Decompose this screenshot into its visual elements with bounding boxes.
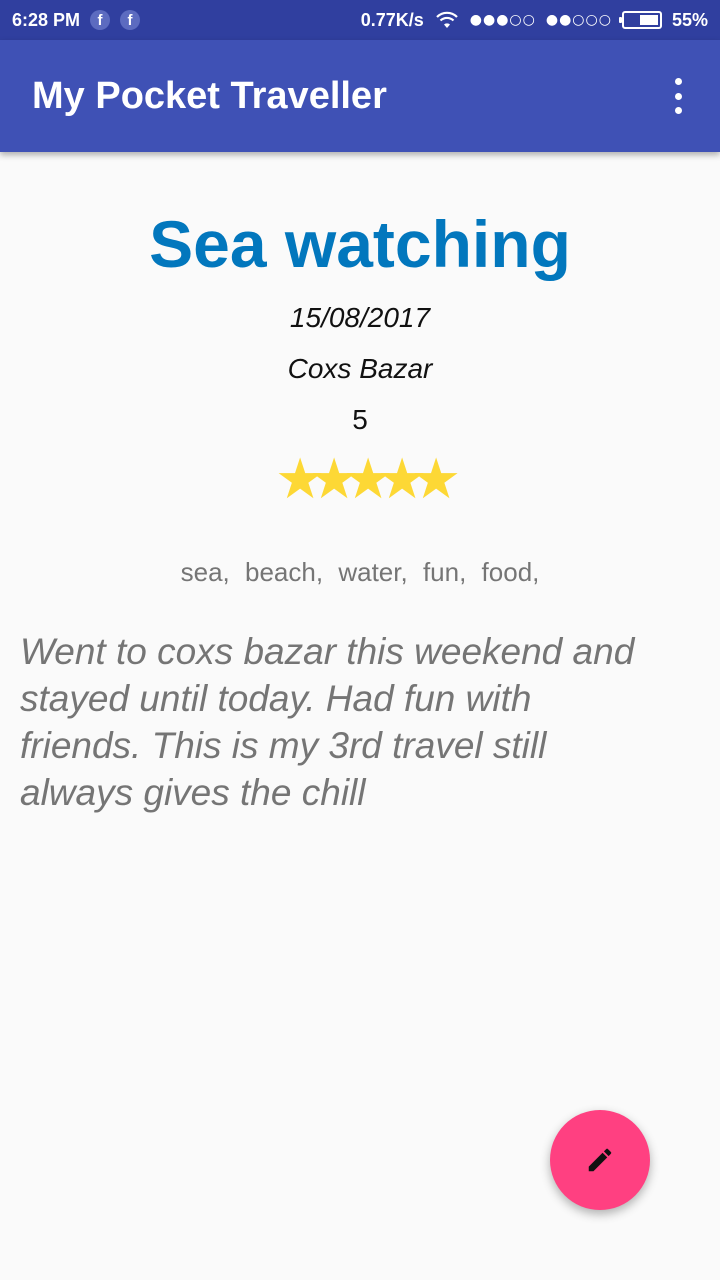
entry-location: Coxs Bazar — [287, 353, 433, 384]
signal-strength-sim2: ●●○○○ — [545, 12, 612, 28]
network-speed: 0.77K/s — [360, 9, 424, 30]
star-icon: ★ — [343, 447, 394, 512]
menu-dot — [674, 107, 682, 114]
tag: sea, — [180, 557, 230, 587]
overflow-menu-icon[interactable] — [664, 76, 692, 116]
star-icon: ★ — [309, 447, 360, 512]
tag: water, — [338, 557, 408, 587]
status-right: 0.77K/s ●●●○○ ●●○○○ 55% — [361, 10, 708, 31]
battery-percent: 55% — [671, 9, 708, 30]
app-bar: My Pocket Traveller — [0, 40, 720, 152]
menu-dot — [674, 92, 682, 100]
edit-button[interactable] — [550, 1110, 650, 1210]
tag: food, — [481, 557, 540, 587]
entry-detail: Sea watching 15/08/2017 Coxs Bazar 5 ★★★… — [0, 152, 720, 816]
wifi-icon — [435, 11, 458, 28]
status-time: 6:28 PM — [12, 9, 81, 30]
entry-title: Sea watching — [149, 207, 571, 281]
entry-date: 15/08/2017 — [289, 302, 431, 333]
star-icon: ★ — [377, 447, 428, 512]
status-left: 6:28 PM f f — [12, 9, 141, 31]
battery-level — [640, 15, 658, 25]
status-bar: 6:28 PM f f 0.77K/s ●●●○○ ●●○○○ 55% — [0, 0, 720, 40]
star-icon: ★ — [411, 447, 462, 512]
menu-dot — [674, 78, 682, 85]
signal-strength-sim1: ●●●○○ — [469, 12, 536, 28]
tag: fun, — [422, 557, 467, 587]
facebook-icon: f — [120, 10, 141, 30]
entry-description: Went to coxs bazar this weekend and stay… — [20, 631, 635, 813]
facebook-icon: f — [90, 10, 111, 30]
rating-stars: ★★★★★ — [0, 447, 720, 512]
entry-rating: 5 — [352, 404, 368, 435]
tag: beach, — [245, 557, 324, 587]
battery-icon — [618, 11, 662, 29]
pencil-icon — [588, 1148, 612, 1172]
star-icon: ★ — [275, 447, 326, 512]
tag-list: sea, beach, water, fun, food, — [0, 554, 720, 590]
app-title: My Pocket Traveller — [32, 74, 387, 117]
